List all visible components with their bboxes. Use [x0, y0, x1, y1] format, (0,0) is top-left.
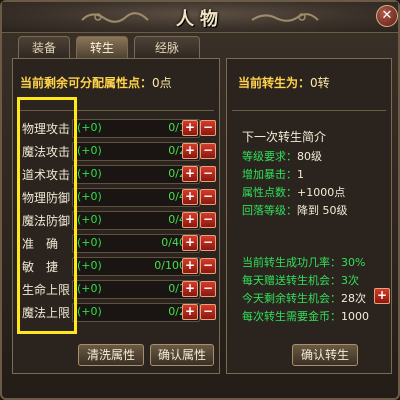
decrease-button[interactable]: −	[200, 143, 216, 159]
stat-bonus: (+0)	[77, 144, 102, 157]
current-rebirth-heading: 当前转生为：0转	[238, 74, 330, 91]
stat-name: 魔法上限	[22, 306, 71, 320]
info-value: 降到 50级	[297, 204, 348, 217]
decrease-button[interactable]: −	[200, 281, 216, 297]
info-key: 等级要求：	[242, 150, 297, 163]
info-key: 今天剩余转生机会：	[242, 292, 341, 305]
tab-meridian[interactable]: 经脉	[134, 36, 200, 59]
title-bar: 人物 ✕	[2, 2, 398, 33]
next-rebirth-title: 下一次转生简介	[242, 130, 327, 144]
confirm-attributes-button[interactable]: 确认属性	[150, 344, 214, 366]
info-value: 1	[297, 168, 304, 181]
stat-row: 魔法攻击 (+0) 0/20 + −	[22, 141, 218, 161]
attribute-points: 属性点数：+1000点	[242, 184, 345, 200]
stat-bonus: (+0)	[77, 213, 102, 226]
increase-button[interactable]: +	[182, 166, 198, 182]
level-requirement: 等级要求：80级	[242, 148, 322, 164]
divider	[18, 110, 214, 111]
points-label: 当前剩余可分配属性点：	[20, 76, 153, 90]
cloud-ornament-icon	[81, 12, 149, 23]
decrease-button[interactable]: −	[200, 235, 216, 251]
decrease-button[interactable]: −	[200, 258, 216, 274]
stat-value-field: (+0) 0/40	[72, 211, 200, 230]
stat-name: 物理防御	[22, 191, 71, 205]
decrease-button[interactable]: −	[200, 166, 216, 182]
stat-name: 生命上限	[22, 283, 71, 297]
increase-button[interactable]: +	[182, 120, 198, 136]
decrease-button[interactable]: −	[200, 212, 216, 228]
stat-value-field: (+0) 0/10	[72, 280, 200, 299]
increase-button[interactable]: +	[182, 189, 198, 205]
stat-value-field: (+0) 0/17	[72, 119, 200, 138]
stat-name: 魔法攻击	[22, 145, 71, 159]
stat-value-field: (+0) 0/1000	[72, 257, 200, 276]
decrease-button[interactable]: −	[200, 189, 216, 205]
stat-name: 物理攻击	[22, 122, 71, 136]
stat-name: 敏 捷	[22, 260, 59, 274]
stat-row: 生命上限 (+0) 0/10 + −	[22, 279, 218, 299]
increase-button[interactable]: +	[182, 304, 198, 320]
window-title: 人物	[176, 9, 224, 30]
stat-bonus: (+0)	[77, 236, 102, 249]
info-key: 属性点数：	[242, 186, 297, 199]
character-window: 人物 ✕ 装备 转生 经脉 当前剩余可分配属性点：0点 物理攻击 (+0) 0/17…	[0, 0, 400, 400]
divider	[232, 110, 386, 111]
current-rebirth-value: 0转	[310, 76, 330, 90]
info-value: 1000	[341, 310, 369, 323]
stat-bonus: (+0)	[77, 167, 102, 180]
stat-bonus: (+0)	[77, 190, 102, 203]
tab-equipment[interactable]: 装备	[18, 36, 70, 59]
increase-button[interactable]: +	[182, 281, 198, 297]
stat-value-field: (+0) 0/40	[72, 188, 200, 207]
stat-row: 物理攻击 (+0) 0/17 + −	[22, 118, 218, 138]
success-rate: 当前转生成功几率：30%	[242, 256, 366, 269]
points-value: 0点	[152, 76, 172, 90]
stat-row: 魔法上限 (+0) 0/20 + −	[22, 302, 218, 322]
stat-row: 物理防御 (+0) 0/40 + −	[22, 187, 218, 207]
stat-row: 敏 捷 (+0) 0/1000 + −	[22, 256, 218, 276]
stat-value-field: (+0) 0/20	[72, 165, 200, 184]
daily-gift-chances: 每天赠送转生机会：3次	[242, 274, 359, 287]
remaining-chances: 今天剩余转生机会：28次	[242, 290, 366, 306]
increase-button[interactable]: +	[182, 258, 198, 274]
info-value: 28次	[341, 292, 366, 305]
stat-value-field: (+0) 0/20	[72, 142, 200, 161]
points-heading: 当前剩余可分配属性点：0点	[20, 74, 172, 91]
info-key: 回落等级：	[242, 204, 297, 217]
clear-attributes-button[interactable]: 清洗属性	[78, 344, 144, 366]
stat-row: 道术攻击 (+0) 0/20 + −	[22, 164, 218, 184]
confirm-rebirth-button[interactable]: 确认转生	[292, 344, 358, 366]
level-drop: 回落等级：降到 50级	[242, 202, 348, 218]
crit-bonus: 增加暴击：1	[242, 166, 304, 182]
stat-row: 准 确 (+0) 0/400 + −	[22, 233, 218, 253]
stat-bonus: (+0)	[77, 259, 102, 272]
close-button[interactable]: ✕	[376, 5, 398, 27]
stat-name: 准 确	[22, 237, 59, 251]
stat-value-field: (+0) 0/400	[72, 234, 200, 253]
tab-rebirth[interactable]: 转生	[76, 36, 128, 59]
increase-button[interactable]: +	[182, 235, 198, 251]
stat-bonus: (+0)	[77, 121, 102, 134]
stat-bonus: (+0)	[77, 305, 102, 318]
increase-button[interactable]: +	[182, 212, 198, 228]
decrease-button[interactable]: −	[200, 304, 216, 320]
stat-name: 道术攻击	[22, 168, 71, 182]
stat-value-field: (+0) 0/20	[72, 303, 200, 322]
info-key: 每次转生需要金币：	[242, 310, 341, 323]
gold-cost: 每次转生需要金币：1000	[242, 308, 369, 324]
info-value: +1000点	[297, 186, 346, 199]
stat-name: 魔法防御	[22, 214, 71, 228]
info-key: 增加暴击：	[242, 168, 297, 181]
decrease-button[interactable]: −	[200, 120, 216, 136]
stat-row: 魔法防御 (+0) 0/40 + −	[22, 210, 218, 230]
increase-button[interactable]: +	[182, 143, 198, 159]
cloud-ornament-icon	[251, 13, 319, 22]
current-rebirth-label: 当前转生为：	[238, 76, 311, 90]
add-chance-button[interactable]: +	[374, 288, 390, 304]
info-value: 80级	[297, 150, 322, 163]
stat-bonus: (+0)	[77, 282, 102, 295]
